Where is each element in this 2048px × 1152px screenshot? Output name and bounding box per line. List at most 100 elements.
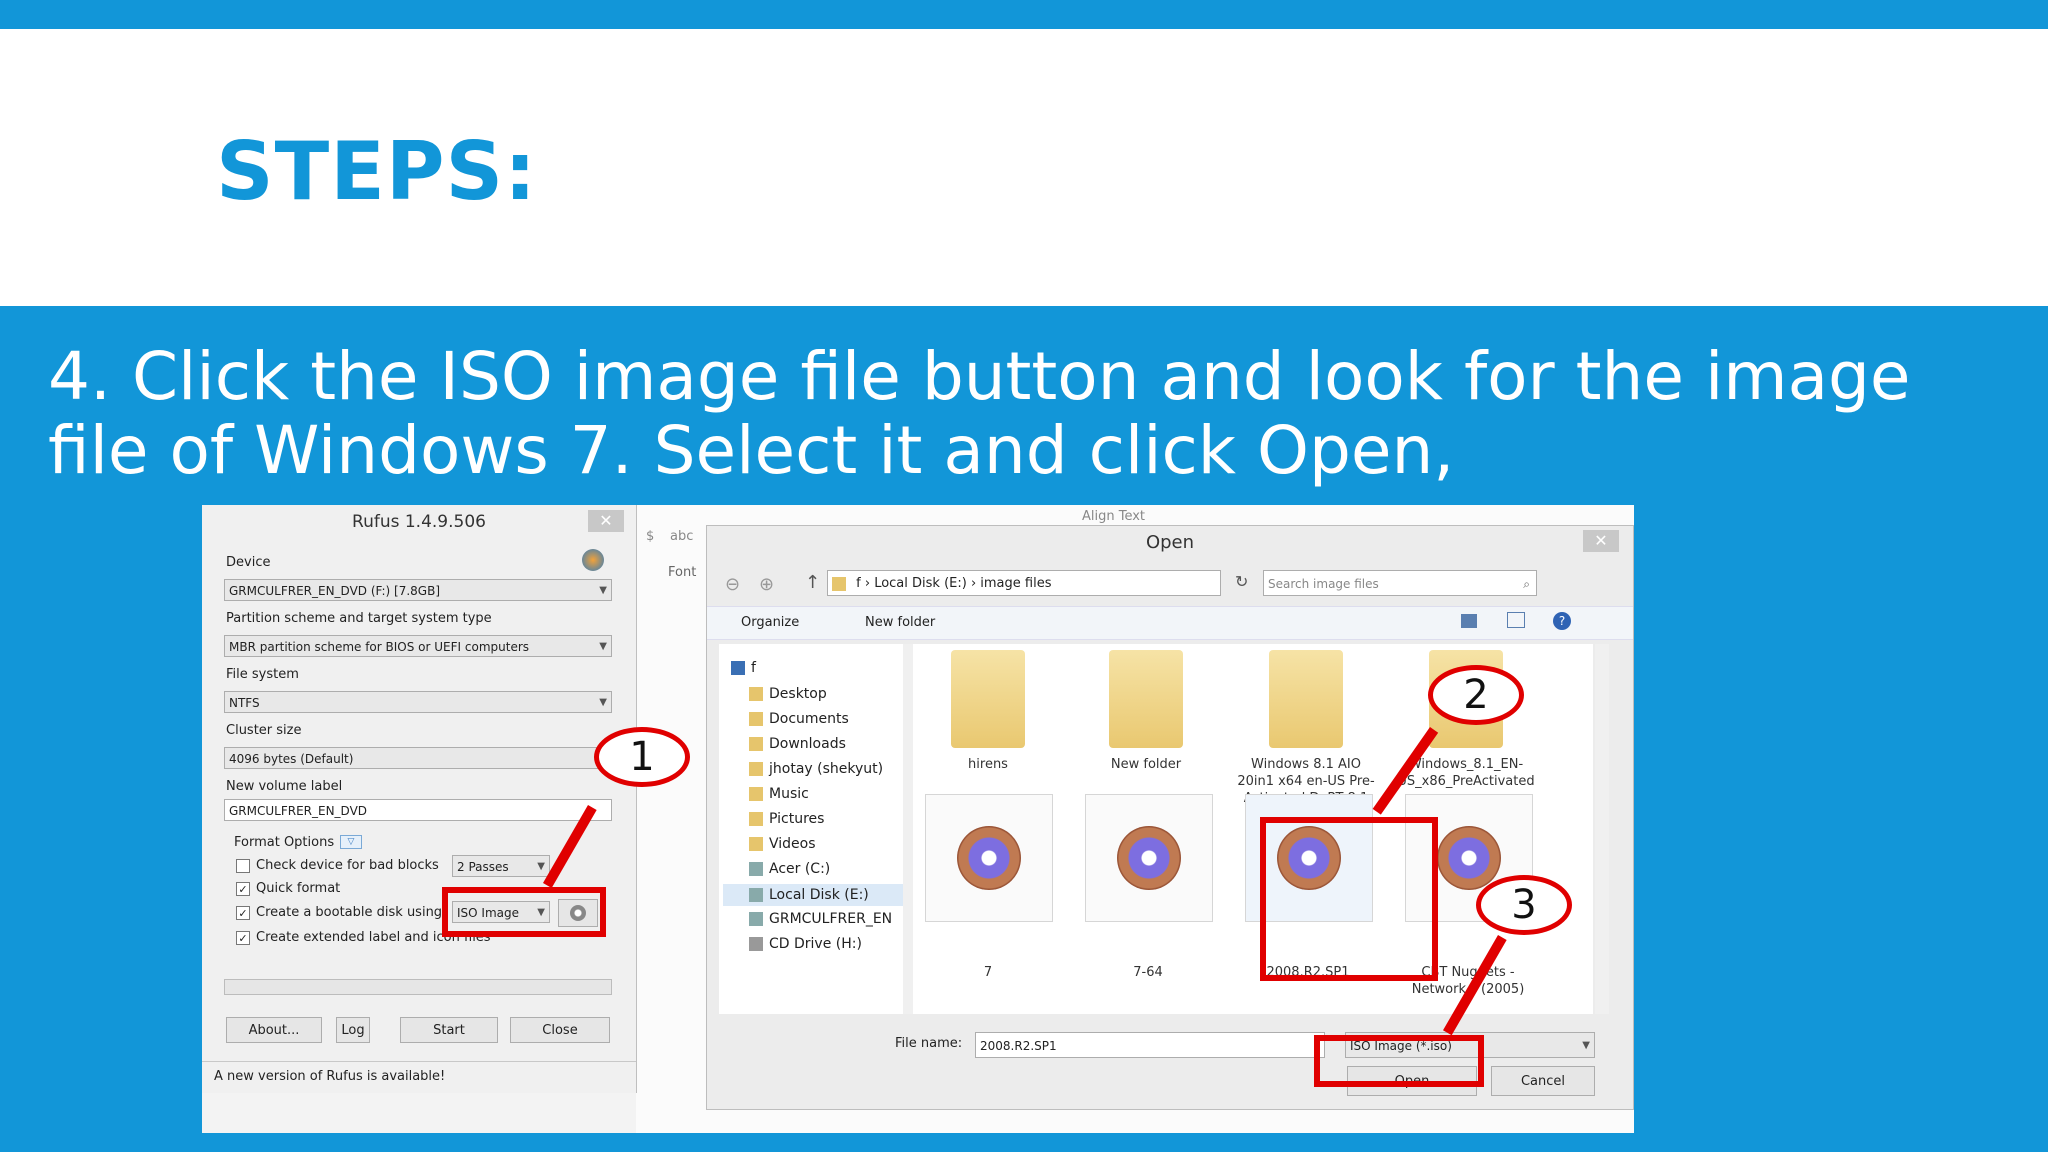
device-select[interactable]: GRMCULFRER_EN_DVD (F:) [7.8GB] ▼ bbox=[224, 579, 612, 601]
search-input[interactable]: Search image files ⌕ bbox=[1263, 570, 1537, 596]
drive-icon bbox=[749, 888, 763, 902]
filename-input[interactable]: 2008.R2.SP1 bbox=[975, 1032, 1325, 1058]
nav-item-acer[interactable]: Acer (C:) bbox=[749, 861, 830, 877]
folder-icon bbox=[749, 762, 763, 776]
bg-align-text: Align Text bbox=[1082, 509, 1146, 524]
nav-label: Videos bbox=[769, 836, 816, 852]
disc-image-icon bbox=[957, 826, 1021, 890]
start-button[interactable]: Start bbox=[400, 1017, 498, 1043]
slide-body-text: 4. Click the ISO image file button and l… bbox=[48, 338, 1911, 489]
folder-icon bbox=[1269, 650, 1343, 748]
nav-item-f[interactable]: f bbox=[731, 660, 756, 676]
passes-select[interactable]: 2 Passes ▼ bbox=[452, 855, 550, 877]
nav-label: CD Drive (H:) bbox=[769, 936, 862, 952]
partition-label: Partition scheme and target system type bbox=[226, 611, 492, 626]
volume-label: New volume label bbox=[226, 779, 343, 794]
file-name[interactable]: New folder bbox=[1071, 756, 1221, 773]
bg-tool-abc: abc bbox=[670, 529, 694, 544]
new-folder-button[interactable]: New folder bbox=[865, 615, 935, 630]
open-dialog: Open ✕ ⊖ ⊕ ↑ f › Local Disk (E:) › image… bbox=[706, 525, 1634, 1110]
highlight-open-button bbox=[1314, 1035, 1484, 1087]
iso-file-tile[interactable] bbox=[925, 794, 1053, 922]
nav-item-user[interactable]: jhotay (shekyut) bbox=[749, 761, 883, 777]
check-bad-blocks-checkbox[interactable] bbox=[236, 859, 250, 873]
status-text: A new version of Rufus is available! bbox=[214, 1069, 446, 1084]
highlight-iso-button bbox=[442, 887, 606, 937]
callout-1: 1 bbox=[594, 727, 690, 787]
address-bar[interactable]: f › Local Disk (E:) › image files bbox=[827, 570, 1221, 596]
progress-bar bbox=[224, 979, 612, 995]
disc-image-icon bbox=[1437, 826, 1501, 890]
path-folder[interactable]: image files bbox=[980, 576, 1051, 591]
up-arrow-icon[interactable]: ↑ bbox=[805, 572, 820, 593]
bg-font-group: Font bbox=[668, 565, 697, 580]
callout-2: 2 bbox=[1428, 665, 1524, 725]
nav-item-cd[interactable]: CD Drive (H:) bbox=[749, 936, 862, 952]
path-drive[interactable]: Local Disk (E:) bbox=[874, 576, 967, 591]
disc-image-icon bbox=[1117, 826, 1181, 890]
rufus-close-button[interactable]: ✕ bbox=[588, 510, 624, 532]
nav-item-downloads[interactable]: Downloads bbox=[749, 736, 846, 752]
nav-item-desktop[interactable]: Desktop bbox=[749, 686, 827, 702]
cancel-button[interactable]: Cancel bbox=[1491, 1066, 1595, 1096]
refresh-icon[interactable]: ↻ bbox=[1235, 572, 1248, 591]
cluster-select[interactable]: 4096 bytes (Default)▼ bbox=[224, 747, 612, 769]
filesystem-select[interactable]: NTFS ▼ bbox=[224, 691, 612, 713]
view-options-icon[interactable] bbox=[1461, 614, 1477, 628]
iso-file-tile[interactable] bbox=[1085, 794, 1213, 922]
nav-item-local-disk[interactable]: Local Disk (E:) bbox=[723, 884, 903, 906]
volume-label-input[interactable]: GRMCULFRER_EN_DVD bbox=[224, 799, 612, 821]
about-button[interactable]: About... bbox=[226, 1017, 322, 1043]
format-options-chevron-icon[interactable]: ▽ bbox=[340, 835, 362, 849]
search-placeholder: Search image files bbox=[1268, 577, 1379, 591]
path-root[interactable]: f bbox=[856, 576, 861, 591]
nav-label: Documents bbox=[769, 711, 849, 727]
nav-label: Downloads bbox=[769, 736, 846, 752]
callout-3: 3 bbox=[1476, 875, 1572, 935]
close-button[interactable]: Close bbox=[510, 1017, 610, 1043]
nav-item-usb[interactable]: GRMCULFRER_EN bbox=[749, 911, 892, 927]
device-settings-icon[interactable] bbox=[582, 549, 604, 571]
help-icon[interactable]: ? bbox=[1553, 612, 1571, 630]
filename-label: File name: bbox=[895, 1036, 963, 1051]
bootable-label: Create a bootable disk using bbox=[256, 905, 443, 920]
folder-icon bbox=[951, 650, 1025, 748]
folder-icon bbox=[749, 687, 763, 701]
nav-scrollbar[interactable] bbox=[903, 644, 913, 1014]
file-name[interactable]: hirens bbox=[913, 756, 1063, 773]
folder-icon bbox=[832, 576, 846, 591]
partition-select[interactable]: MBR partition scheme for BIOS or UEFI co… bbox=[224, 635, 612, 657]
extended-label-checkbox[interactable]: ✓ bbox=[236, 931, 250, 945]
nav-item-videos[interactable]: Videos bbox=[749, 836, 816, 852]
folder-icon bbox=[749, 737, 763, 751]
highlight-selected-file bbox=[1260, 817, 1438, 981]
screenshot-image: $ abc Font Align Text Rufus 1.4.9.506 ✕ … bbox=[202, 505, 1634, 1133]
nav-item-music[interactable]: Music bbox=[749, 786, 809, 802]
forward-arrow-icon[interactable]: ⊕ bbox=[759, 574, 774, 595]
nav-label: Desktop bbox=[769, 686, 827, 702]
rufus-title: Rufus 1.4.9.506 bbox=[202, 505, 636, 537]
file-name[interactable]: 7-64 bbox=[1073, 964, 1223, 981]
file-scrollbar[interactable] bbox=[1595, 644, 1609, 1014]
nav-label: Local Disk (E:) bbox=[769, 887, 869, 903]
quick-format-checkbox[interactable]: ✓ bbox=[236, 882, 250, 896]
preview-pane-icon[interactable] bbox=[1507, 612, 1525, 628]
nav-item-documents[interactable]: Documents bbox=[749, 711, 849, 727]
bootable-checkbox[interactable]: ✓ bbox=[236, 906, 250, 920]
folder-icon bbox=[749, 787, 763, 801]
filesystem-label: File system bbox=[226, 667, 299, 682]
file-name[interactable]: 7 bbox=[913, 964, 1063, 981]
nav-label: jhotay (shekyut) bbox=[769, 761, 884, 777]
navigation-pane: f Desktop Documents Downloads jhotay (sh… bbox=[719, 644, 909, 1014]
log-button[interactable]: Log bbox=[336, 1017, 370, 1043]
dialog-close-button[interactable]: ✕ bbox=[1583, 530, 1619, 552]
computer-icon bbox=[731, 661, 745, 675]
back-arrow-icon[interactable]: ⊖ bbox=[725, 574, 740, 595]
nav-label: Acer (C:) bbox=[769, 861, 831, 877]
folder-icon bbox=[749, 837, 763, 851]
rufus-window: Rufus 1.4.9.506 ✕ Device GRMCULFRER_EN_D… bbox=[202, 505, 637, 1093]
organize-button[interactable]: Organize bbox=[741, 615, 799, 630]
folder-icon bbox=[749, 812, 763, 826]
nav-label: Pictures bbox=[769, 811, 825, 827]
nav-item-pictures[interactable]: Pictures bbox=[749, 811, 824, 827]
